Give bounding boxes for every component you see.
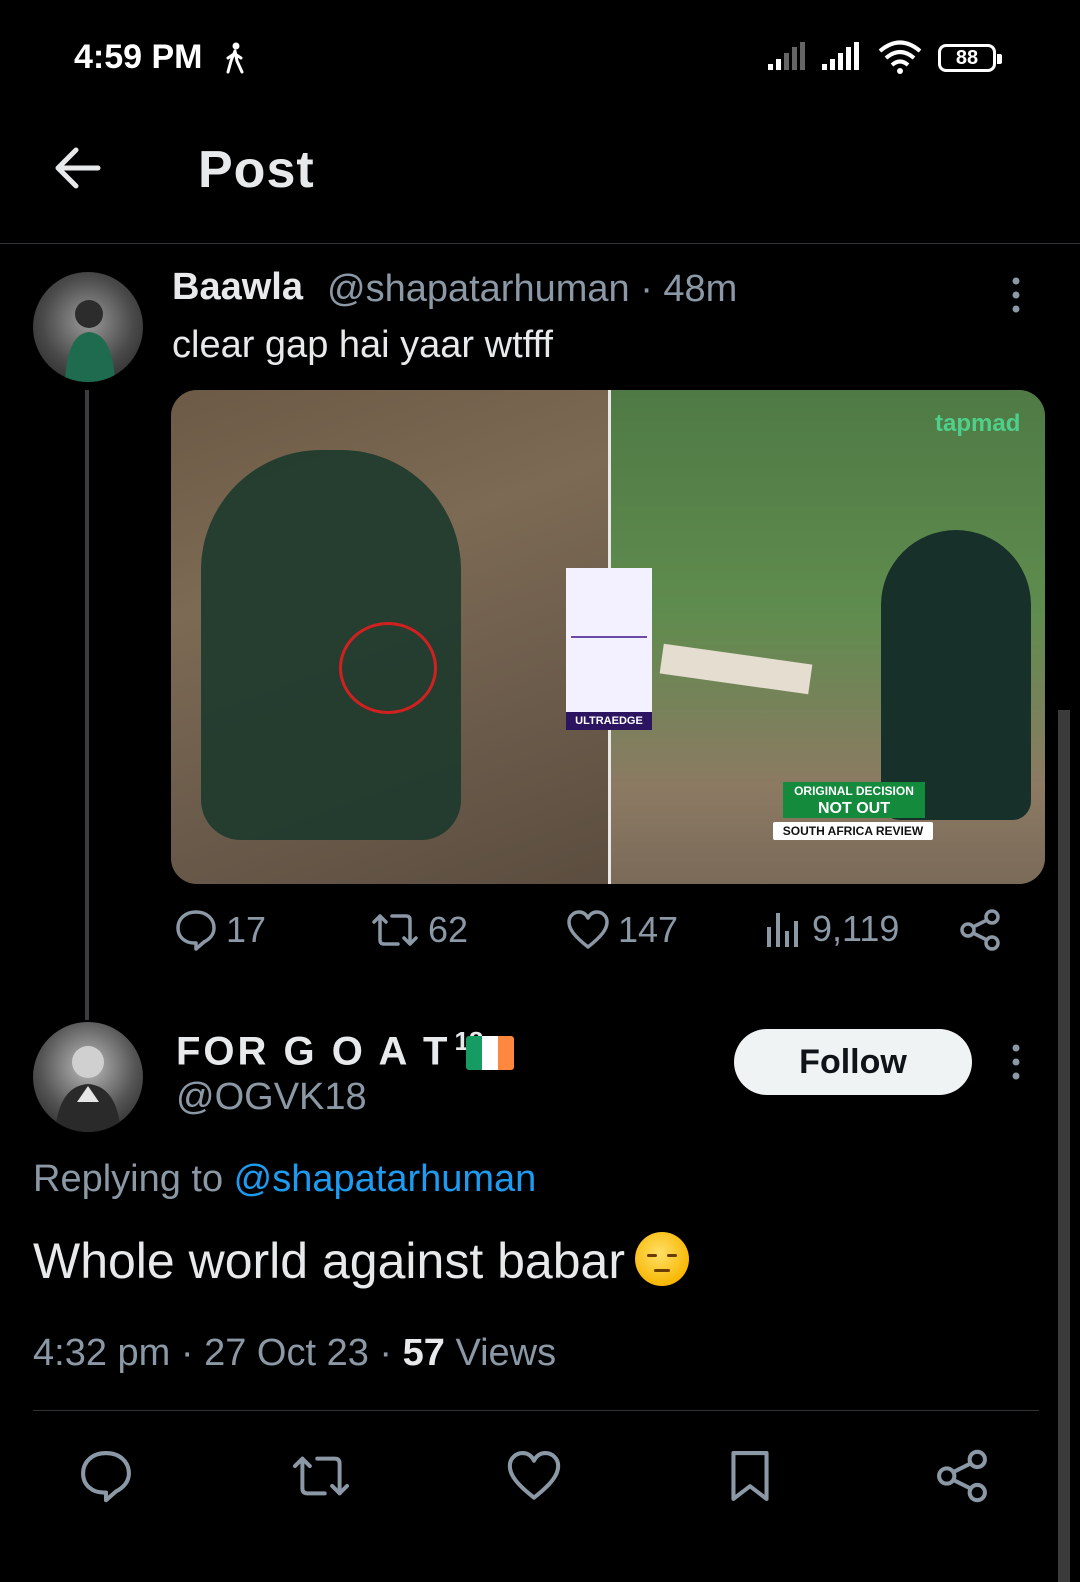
batter-figure-right: [881, 530, 1031, 820]
author-name[interactable]: Baawla: [172, 266, 303, 309]
meta-divider: [33, 1410, 1039, 1411]
retweet-count: 62: [428, 909, 469, 950]
tapmad-logo: tapmad: [935, 410, 1021, 437]
avatar[interactable]: [33, 272, 143, 382]
ultraedge-wave: [571, 636, 647, 638]
walking-icon: [224, 42, 246, 79]
reply-button[interactable]: 17: [174, 908, 266, 952]
author-name-text: FOR G O A T: [176, 1029, 451, 1074]
more-icon[interactable]: [1006, 275, 1026, 315]
review-label: SOUTH AFRICA REVIEW: [773, 822, 933, 840]
reply-icon[interactable]: [78, 1448, 134, 1504]
scrollbar[interactable]: [1058, 710, 1070, 1582]
arrow-left-icon: [55, 147, 101, 189]
share-icon[interactable]: [934, 1448, 990, 1504]
share-button[interactable]: [958, 908, 1010, 952]
status-time: 4:59 PM: [74, 38, 203, 76]
wifi-icon: [878, 40, 922, 79]
pensive-face-emoji-icon: [635, 1232, 689, 1286]
ireland-flag-icon: [466, 1036, 514, 1070]
header-divider: [0, 243, 1080, 244]
views-button[interactable]: 9,119: [764, 908, 899, 950]
bar-chart-icon: [767, 913, 798, 947]
ultraedge-panel: [566, 568, 652, 726]
post-meta: 4:32 pm · 27 Oct 23 · 57 Views: [33, 1332, 556, 1375]
post-media[interactable]: ULTRAEDGE tapmad ORIGINAL DECISION NOT O…: [171, 390, 1045, 884]
like-button[interactable]: 147: [566, 908, 678, 952]
ultraedge-label: ULTRAEDGE: [566, 712, 652, 730]
post-text-content: Whole world against babar: [33, 1233, 625, 1289]
decision-value: NOT OUT: [783, 800, 925, 818]
follow-button[interactable]: Follow: [734, 1029, 972, 1095]
replying-to: Replying to @shapatarhuman: [33, 1158, 536, 1201]
bookmark-icon[interactable]: [722, 1448, 778, 1504]
post-text: Whole world against babar: [33, 1232, 689, 1290]
view-count: 9,119: [812, 908, 900, 949]
author-handle-time[interactable]: @shapatarhuman · 48m: [327, 268, 737, 311]
retweet-button[interactable]: 62: [370, 908, 468, 952]
reply-count: 17: [226, 909, 267, 950]
avatar[interactable]: [33, 1022, 143, 1132]
reply-icon: [176, 910, 216, 951]
author-handle[interactable]: @OGVK18: [176, 1076, 367, 1119]
post-timestamp: 4:32 pm · 27 Oct 23 ·: [33, 1332, 403, 1374]
heart-icon[interactable]: [506, 1448, 562, 1504]
author-name[interactable]: FOR G O A T18: [176, 1026, 483, 1074]
views-label: Views: [444, 1332, 557, 1374]
back-button[interactable]: [48, 138, 108, 198]
battery-icon: 88: [938, 44, 1002, 72]
signal-icon: [822, 42, 862, 77]
signal-icon: [768, 42, 808, 77]
retweet-icon: [372, 914, 418, 946]
views-count: 57: [402, 1332, 445, 1374]
retweet-icon[interactable]: [290, 1448, 352, 1504]
more-icon[interactable]: [1006, 1042, 1026, 1082]
like-count: 147: [618, 909, 679, 950]
highlight-circle: [339, 622, 437, 714]
replying-prefix: Replying to: [33, 1158, 234, 1200]
heart-icon: [567, 910, 609, 949]
share-icon: [960, 909, 1000, 951]
decision-label: ORIGINAL DECISION: [783, 782, 925, 800]
replying-mention-link[interactable]: @shapatarhuman: [234, 1158, 537, 1200]
page-title: Post: [198, 141, 315, 199]
post-text: clear gap hai yaar wtfff: [172, 324, 553, 366]
thread-line: [85, 390, 89, 1020]
